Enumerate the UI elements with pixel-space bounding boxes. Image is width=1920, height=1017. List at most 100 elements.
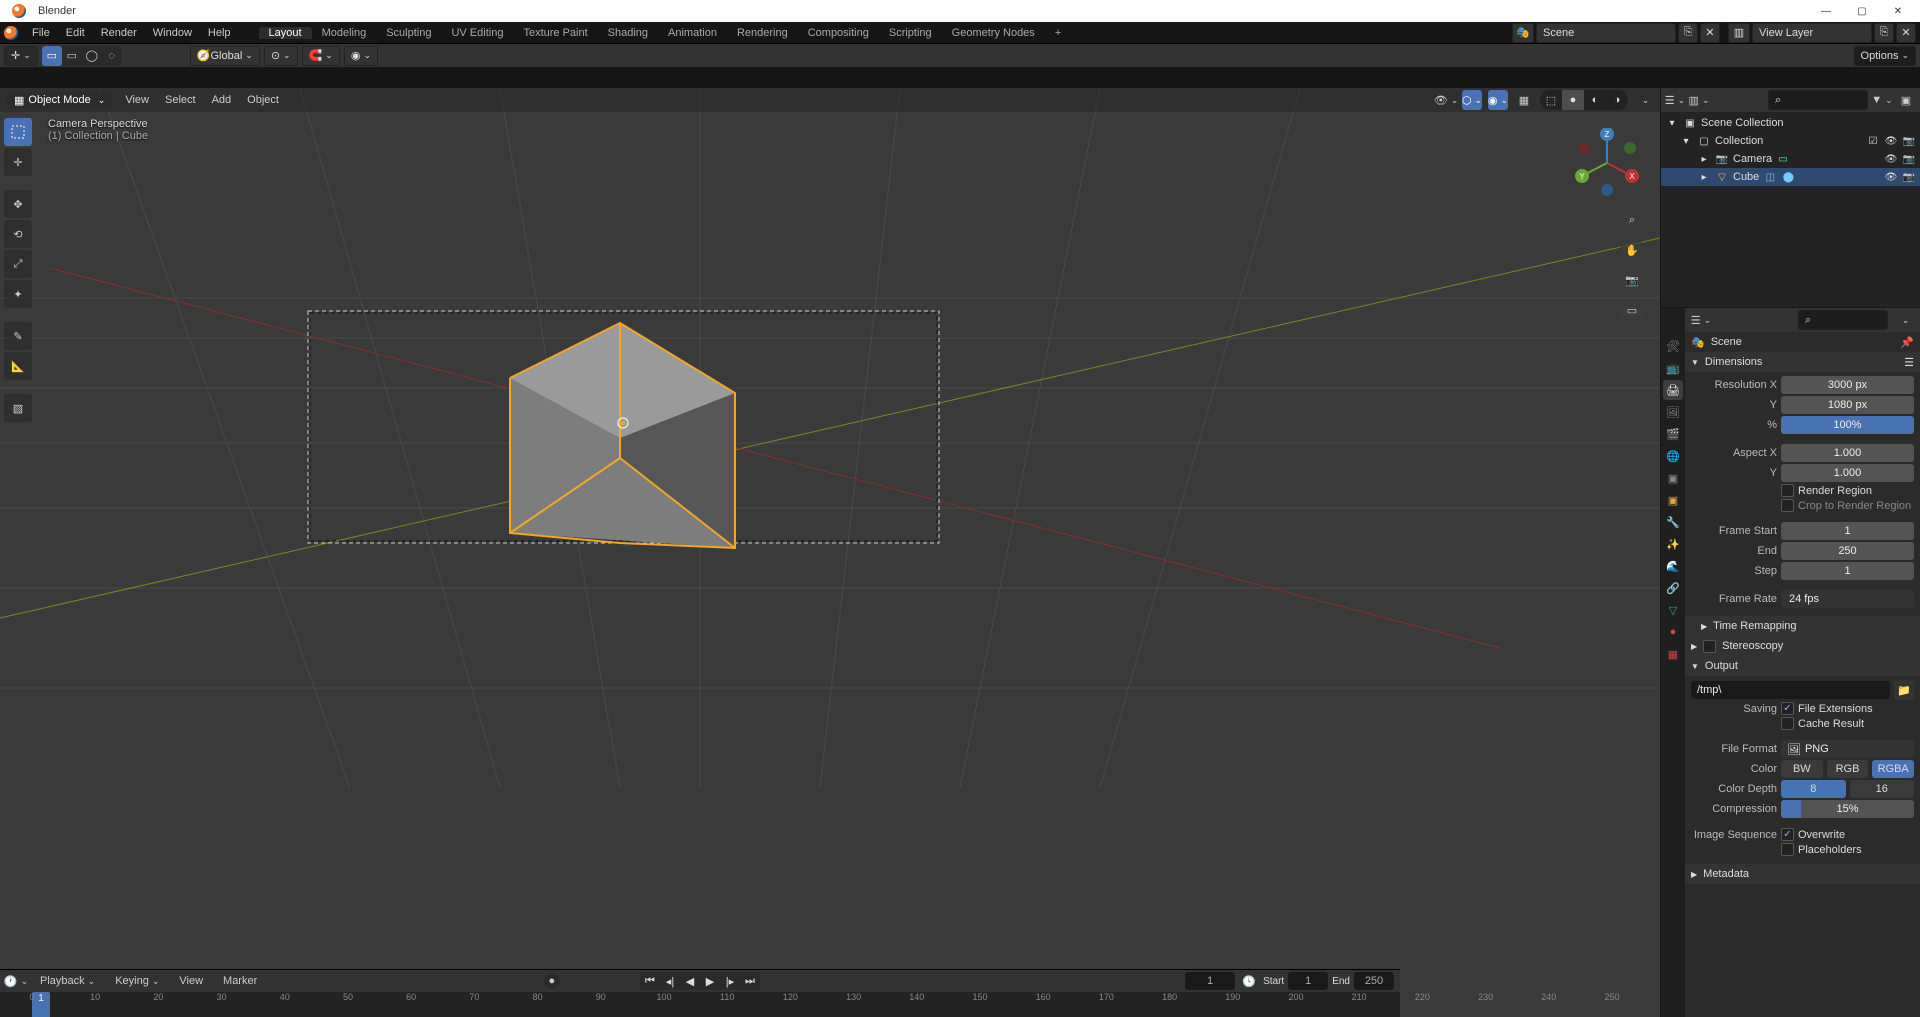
keyframe-prev-button[interactable]: ◂| xyxy=(660,972,680,990)
exclude-checkbox[interactable]: ☑ xyxy=(1866,134,1880,148)
ptab-world[interactable]: 🌐 xyxy=(1663,446,1683,466)
crop-region-checkbox[interactable] xyxy=(1781,499,1794,512)
outliner-view-dropdown[interactable]: ▥ xyxy=(1689,90,1709,110)
depth-16-button[interactable]: 16 xyxy=(1850,780,1915,798)
disable-render-toggle[interactable]: 📷 xyxy=(1902,170,1916,184)
tree-collection[interactable]: ▾ ▢ Collection ☑ 👁 📷 xyxy=(1661,132,1920,150)
file-extensions-checkbox[interactable] xyxy=(1781,702,1794,715)
tool-scale[interactable]: ⤢ xyxy=(4,250,32,278)
menu-window[interactable]: Window xyxy=(145,27,200,39)
ptab-particles[interactable]: ✨ xyxy=(1663,534,1683,554)
resolution-y-field[interactable]: 1080 px xyxy=(1781,396,1914,414)
select-circle-button[interactable]: ◯ xyxy=(82,46,102,66)
current-frame-field[interactable]: 1 xyxy=(1185,972,1235,990)
ptab-texture[interactable]: ▦ xyxy=(1663,644,1683,664)
stereoscopy-checkbox[interactable] xyxy=(1703,640,1716,653)
snap-dropdown[interactable]: 🧲 xyxy=(302,46,340,66)
ptab-scene[interactable]: 🎬 xyxy=(1663,424,1683,444)
scene-delete-button[interactable]: ✕ xyxy=(1700,23,1720,43)
props-options[interactable] xyxy=(1894,310,1914,330)
timeline-keying-menu[interactable]: Keying xyxy=(109,973,165,989)
workspace-tab-sculpting[interactable]: Sculpting xyxy=(376,27,441,39)
outliner-new-collection[interactable]: ▣ xyxy=(1896,90,1916,110)
orientation-dropdown[interactable]: 🧭 Global xyxy=(190,46,260,66)
nav-zoom[interactable]: ⌕ xyxy=(1620,208,1644,232)
jump-start-button[interactable]: ⏮ xyxy=(640,972,660,990)
nav-pan[interactable]: ✋ xyxy=(1620,238,1644,262)
ptab-modifiers[interactable]: 🔧 xyxy=(1663,512,1683,532)
end-frame-field[interactable]: 250 xyxy=(1354,972,1394,990)
start-frame-field[interactable]: 1 xyxy=(1288,972,1328,990)
shading-matpreview[interactable]: ◐ xyxy=(1584,90,1606,110)
menu-render[interactable]: Render xyxy=(93,27,145,39)
workspace-tab-scripting[interactable]: Scripting xyxy=(879,27,942,39)
hide-toggle[interactable]: 👁 xyxy=(1884,170,1898,184)
aspect-x-field[interactable]: 1.000 xyxy=(1781,444,1914,462)
xray-toggle[interactable]: ▦ xyxy=(1514,90,1534,110)
select-tweak-button[interactable]: ▭ xyxy=(42,46,62,66)
panel-menu-icon[interactable]: ☰ xyxy=(1904,356,1914,369)
aspect-y-field[interactable]: 1.000 xyxy=(1781,464,1914,482)
playhead[interactable]: 1 xyxy=(32,992,50,1017)
options-dropdown[interactable]: Options xyxy=(1854,46,1916,66)
workspace-tab-uv-editing[interactable]: UV Editing xyxy=(441,27,513,39)
ptab-material[interactable]: ● xyxy=(1663,622,1683,642)
tool-transform[interactable]: ✦ xyxy=(4,280,32,308)
panel-output-header[interactable]: ▼Output xyxy=(1685,656,1920,676)
color-rgb-button[interactable]: RGB xyxy=(1827,760,1869,778)
shading-rendered[interactable]: ◑ xyxy=(1606,90,1628,110)
scene-name-field[interactable]: Scene xyxy=(1536,23,1676,43)
window-maximize-button[interactable]: ▢ xyxy=(1848,2,1876,20)
panel-metadata-header[interactable]: ▶Metadata xyxy=(1685,864,1920,884)
nav-camera[interactable]: 📷 xyxy=(1620,268,1644,292)
color-rgba-button[interactable]: RGBA xyxy=(1872,760,1914,778)
cursor-tool-dropdown[interactable]: ✛ xyxy=(4,46,38,66)
visibility-dropdown[interactable]: 👁 xyxy=(1436,90,1456,110)
workspace-tab-rendering[interactable]: Rendering xyxy=(727,27,798,39)
outliner-display-mode[interactable]: ☰ xyxy=(1665,90,1685,110)
output-path-field[interactable]: /tmp\ xyxy=(1691,681,1890,699)
workspace-tab-texture-paint[interactable]: Texture Paint xyxy=(513,27,597,39)
ptab-tool[interactable]: 🛠 xyxy=(1663,336,1683,356)
hide-toggle[interactable]: 👁 xyxy=(1884,134,1898,148)
gizmo-toggle[interactable]: ⬡ xyxy=(1462,90,1482,110)
menu-help[interactable]: Help xyxy=(200,27,239,39)
timeline-view-menu[interactable]: View xyxy=(173,973,209,989)
viewport-menu-object[interactable]: Object xyxy=(241,94,285,106)
browse-folder-button[interactable]: 📁 xyxy=(1894,680,1914,700)
viewport-menu-add[interactable]: Add xyxy=(206,94,238,106)
ptab-render[interactable]: 📺 xyxy=(1663,358,1683,378)
viewlayer-browse-button[interactable]: ▥ xyxy=(1728,23,1750,43)
app-icon[interactable] xyxy=(4,26,18,40)
workspace-tab-modeling[interactable]: Modeling xyxy=(312,27,377,39)
play-button[interactable]: ▶ xyxy=(700,972,720,990)
viewlayer-delete-button[interactable]: ✕ xyxy=(1896,23,1916,43)
timeline-track[interactable]: 1 01020304050607080901001101201301401501… xyxy=(0,992,1400,1017)
disclosure-icon[interactable]: ▾ xyxy=(1679,134,1693,148)
compression-field[interactable]: 15% xyxy=(1781,800,1914,818)
outliner-search-input[interactable] xyxy=(1781,94,1861,106)
timeline-playback-menu[interactable]: Playback xyxy=(34,973,101,989)
resolution-pct-field[interactable]: 100% xyxy=(1781,416,1914,434)
tree-item-camera[interactable]: ▸ 📷 Camera ▭ 👁 📷 xyxy=(1661,150,1920,168)
play-reverse-button[interactable]: ◀ xyxy=(680,972,700,990)
hide-toggle[interactable]: 👁 xyxy=(1884,152,1898,166)
ptab-data[interactable]: ▽ xyxy=(1663,600,1683,620)
tool-cursor[interactable]: ✛ xyxy=(4,148,32,176)
workspace-tab-animation[interactable]: Animation xyxy=(658,27,727,39)
overwrite-checkbox[interactable] xyxy=(1781,828,1794,841)
props-search[interactable] xyxy=(1798,310,1888,330)
color-bw-button[interactable]: BW xyxy=(1781,760,1823,778)
frame-rate-dropdown[interactable]: 24 fps xyxy=(1781,590,1914,608)
window-close-button[interactable]: ✕ xyxy=(1884,2,1912,20)
viewport-3d[interactable]: ▦ Object Mode ViewSelectAddObject 👁 ⬡ ◉ … xyxy=(0,88,1660,1017)
timeline-editor-type[interactable]: 🕐 xyxy=(6,971,26,991)
overlay-toggle[interactable]: ◉ xyxy=(1488,90,1508,110)
autokey-toggle[interactable]: ● xyxy=(544,973,560,989)
jump-end-button[interactable]: ⏭ xyxy=(740,972,760,990)
preview-range-button[interactable]: 🕓 xyxy=(1239,971,1259,991)
workspace-tab-layout[interactable]: Layout xyxy=(259,27,312,39)
tool-annotate[interactable]: ✎ xyxy=(4,322,32,350)
file-format-dropdown[interactable]: 🖼 PNG xyxy=(1781,740,1914,758)
ptab-collection[interactable]: ▣ xyxy=(1663,468,1683,488)
